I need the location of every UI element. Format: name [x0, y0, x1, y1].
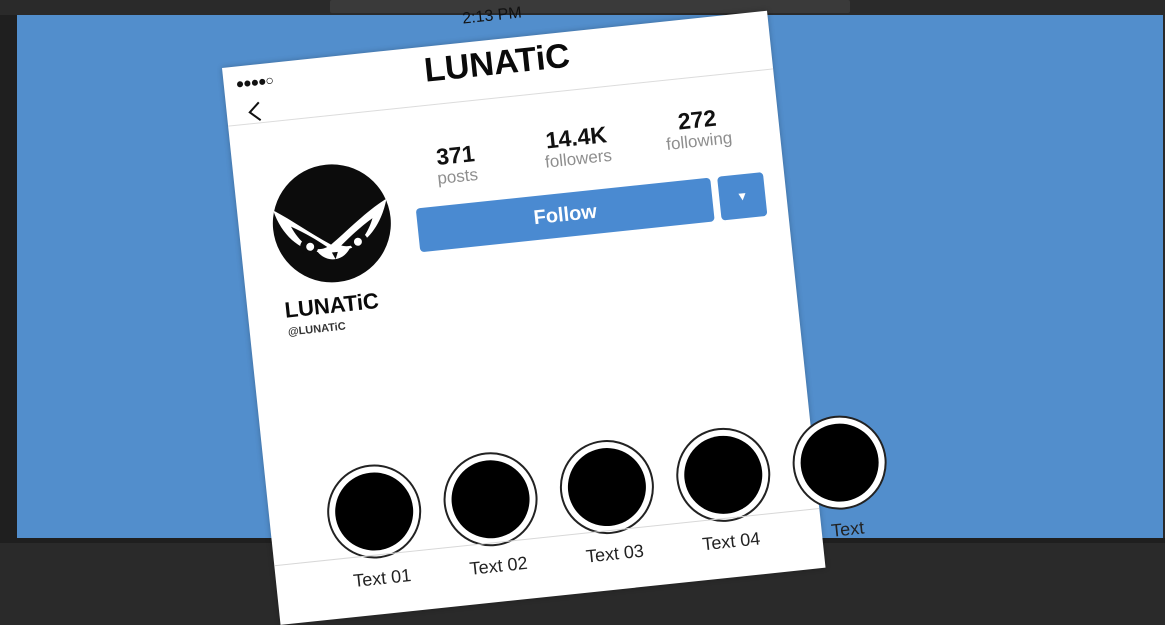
posts-stat[interactable]: 371 posts	[409, 139, 503, 192]
follow-options-dropdown[interactable]: ▼	[717, 172, 768, 221]
story-thumbnail	[796, 419, 883, 506]
story-ring	[555, 435, 659, 539]
left-frame	[0, 15, 17, 543]
owl-logo-icon	[273, 198, 387, 260]
story-label: Text 04	[701, 528, 762, 555]
story-thumbnail	[564, 444, 650, 530]
story-label: Text 02	[468, 552, 529, 579]
story-highlight[interactable]: Text	[787, 410, 897, 545]
story-thumbnail	[447, 456, 534, 543]
story-ring	[438, 447, 543, 551]
followers-stat[interactable]: 14.4K followers	[520, 121, 634, 176]
story-ring	[322, 459, 426, 564]
avatar[interactable]	[266, 158, 397, 289]
chevron-down-icon: ▼	[735, 188, 749, 204]
follow-button[interactable]: Follow	[415, 177, 715, 253]
phone-screen: ●●●●○ 2:13 PM ••• LUNATiC 371 posts 14.4…	[222, 0, 892, 625]
following-stat[interactable]: 272 following	[641, 103, 755, 158]
story-label: Text 01	[352, 565, 413, 592]
profile-handle: @LUNATiC	[287, 320, 347, 339]
back-arrow-icon[interactable]	[244, 100, 268, 124]
story-ring	[671, 423, 775, 527]
story-label: Text 03	[584, 540, 645, 567]
profile-name: LUNATiC	[283, 287, 380, 323]
story-highlight[interactable]: Text 02	[438, 447, 548, 581]
story-highlight[interactable]: Text 04	[671, 423, 781, 557]
story-thumbnail	[680, 431, 767, 518]
story-ring	[787, 410, 892, 515]
story-highlight[interactable]: Text 01	[322, 459, 432, 594]
story-highlight[interactable]: Text 03	[555, 435, 664, 569]
story-thumbnail	[331, 468, 418, 555]
